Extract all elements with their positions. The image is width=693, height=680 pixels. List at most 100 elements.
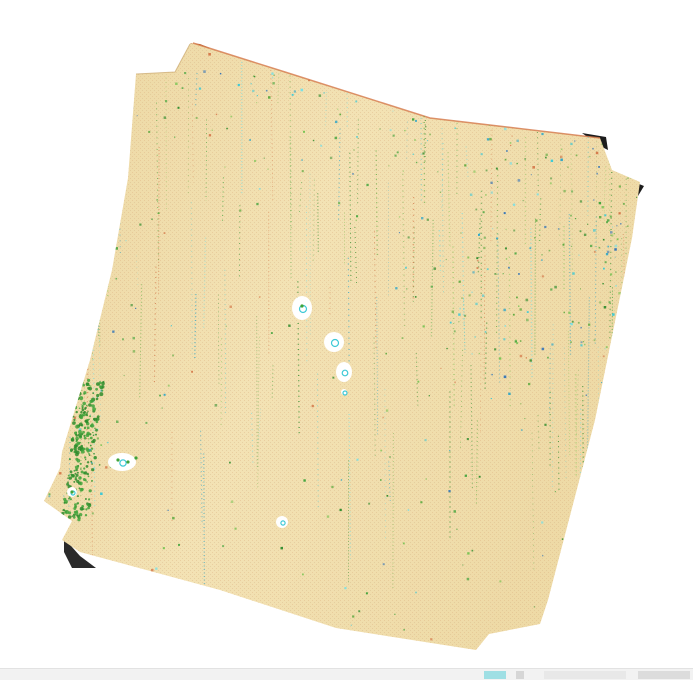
point-dot [526,357,527,358]
point-dot [366,184,368,186]
point-dot [622,56,623,57]
point-dot [578,322,580,324]
point-dot [257,95,258,96]
point-dot [434,267,437,270]
point-dot [423,325,425,327]
vegetation-dot [70,498,72,500]
point-dot [416,109,417,110]
point-dot [505,325,507,327]
vegetation-dot [68,515,72,519]
point-dot [597,127,598,128]
point-dot [627,178,628,179]
point-dot [502,66,503,67]
point-dot [281,547,284,550]
point-dot [267,56,268,57]
vegetation-dot [83,391,86,394]
point-dot [489,55,491,57]
point-dot [49,495,51,497]
point-dot [575,218,576,219]
point-dot [511,110,513,112]
point-dot [629,324,631,326]
vegetation-dot [95,434,97,436]
vegetation-dot [69,477,72,480]
point-dot [56,439,57,440]
hole-center-dot [134,456,137,459]
point-dot [431,286,433,288]
point-dot [471,353,472,354]
vegetation-dot [79,482,82,485]
point-dot [471,292,472,293]
point-dot [380,450,382,452]
point-dot [158,212,160,214]
point-dot [586,112,588,114]
point-dot [100,444,102,446]
point-dot [52,458,54,460]
vegetation-dot [82,384,85,387]
vegetation-dot [78,392,82,396]
point-dot [402,337,404,339]
point-dot [91,245,92,246]
point-dot [524,158,526,160]
vegetation-dot [82,402,86,406]
point-dot [637,130,639,132]
point-dot [222,545,224,547]
vegetation-dot [73,481,75,483]
point-dot [504,115,506,117]
point-streak [118,75,120,177]
point-dot [165,100,167,102]
point-dot [132,107,134,109]
point-dot [589,592,590,593]
point-dot [302,170,304,172]
point-dot [584,234,586,236]
point-dot [639,249,640,250]
point-dot [525,118,527,120]
point-dot [358,610,360,612]
point-dot [413,154,414,155]
point-dot [637,156,639,158]
point-dot [61,320,63,322]
point-dot [252,90,254,92]
point-streak [104,147,106,290]
point-dot [644,197,645,198]
point-dot [91,95,92,96]
point-dot [619,49,620,50]
point-dot [434,65,435,66]
point-dot [483,247,485,249]
vegetation-dot [91,480,93,482]
vegetation-dot [91,448,93,450]
point-dot [643,165,645,167]
point-dot [174,137,175,138]
point-dot [56,112,58,114]
point-dot [572,272,574,274]
vegetation-dot [73,516,76,519]
vegetation-dot [88,498,90,500]
point-dot [259,49,261,51]
point-dot [588,620,590,622]
point-dot [506,258,507,259]
point-dot [561,149,563,151]
point-dot [573,73,575,75]
point-dot [137,115,138,116]
point-dot [610,273,612,275]
point-dot [521,117,524,120]
point-dot [303,131,305,133]
vegetation-dot [96,394,99,397]
point-dot [632,561,633,562]
point-dot [366,592,368,594]
point-dot [470,194,473,197]
point-dot [578,255,579,256]
point-dot [550,177,552,179]
point-dot [249,139,251,141]
vegetation-dot [63,518,65,520]
point-dot [356,220,358,222]
point-dot [199,88,201,90]
point-dot [432,110,434,112]
point-dot [182,87,184,89]
point-dot [558,228,560,230]
map-canvas[interactable] [0,0,693,679]
point-dot [484,237,486,239]
point-dot [399,216,400,217]
point-dot [429,395,430,396]
point-dot [611,546,613,548]
point-dot [85,171,87,173]
